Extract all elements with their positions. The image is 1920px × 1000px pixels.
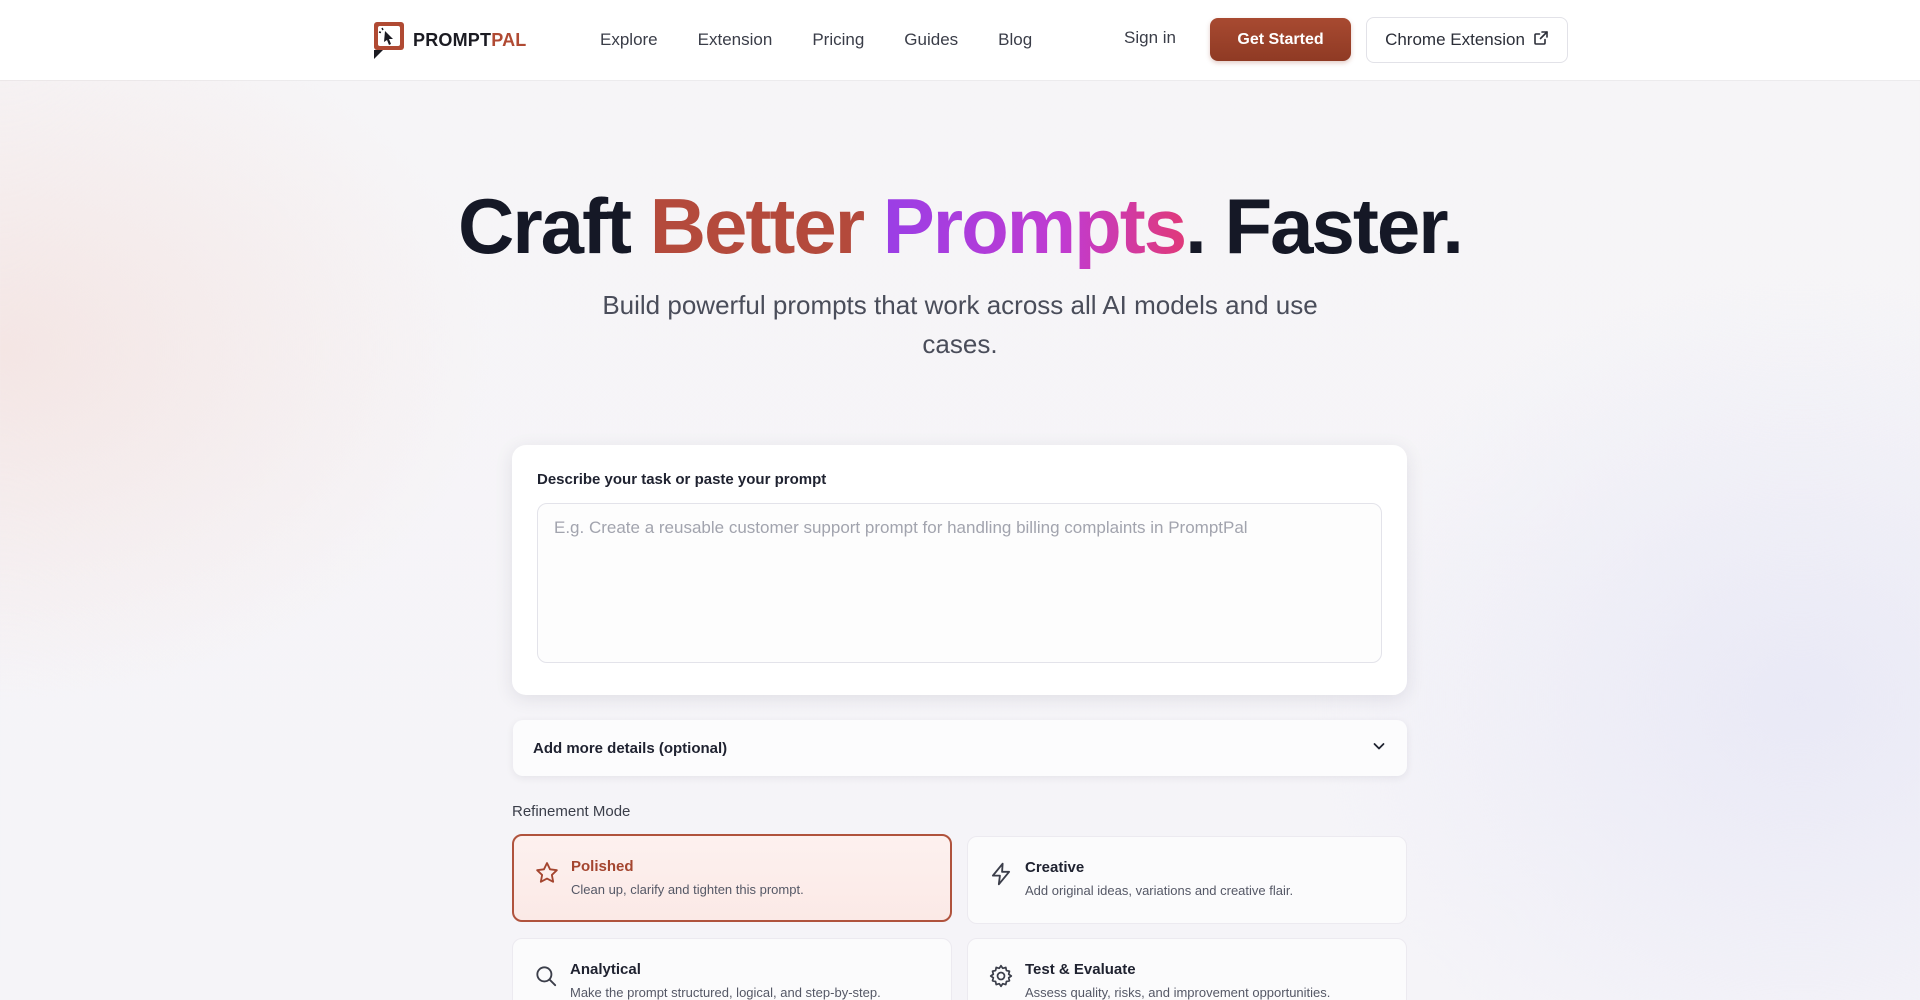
nav-link-blog[interactable]: Blog (998, 30, 1032, 50)
chevron-down-icon (1371, 738, 1387, 759)
logo-icon (371, 19, 407, 61)
gear-icon (988, 963, 1014, 989)
top-nav: PROMPTPAL Explore Extension Pricing Guid… (0, 0, 1920, 80)
mode-creative[interactable]: Creative Add original ideas, variations … (967, 836, 1407, 924)
chrome-extension-button[interactable]: Chrome Extension (1366, 17, 1568, 63)
refinement-mode-title: Refinement Mode (512, 803, 631, 820)
mode-name: Analytical (570, 961, 641, 978)
external-link-icon (1533, 30, 1549, 51)
mode-name: Creative (1025, 859, 1085, 876)
nav-link-pricing[interactable]: Pricing (812, 30, 864, 50)
hero-subtitle: Build powerful prompts that work across … (602, 290, 1318, 359)
mode-test-evaluate[interactable]: Test & Evaluate Assess quality, risks, a… (967, 938, 1407, 1000)
logo[interactable]: PROMPTPAL (371, 18, 526, 62)
nav-links: Explore Extension Pricing Guides Blog (600, 0, 1032, 80)
hero-title-better: Better (649, 182, 865, 270)
mode-name: Polished (571, 858, 634, 875)
hero-title-craft: Craft (458, 182, 650, 270)
hero-title-prompts: Prompts (882, 182, 1187, 270)
nav-link-extension[interactable]: Extension (698, 30, 773, 50)
search-icon (533, 963, 559, 989)
hero-title-faster: . Faster. (1185, 182, 1464, 270)
add-details-label: Add more details (optional) (533, 739, 728, 757)
mode-name: Test & Evaluate (1025, 961, 1136, 978)
mode-desc: Make the prompt structured, logical, and… (570, 985, 881, 1000)
hero-title: Craft Better Prompts. Faster. (0, 178, 1920, 274)
get-started-button[interactable]: Get Started (1210, 18, 1351, 61)
nav-link-guides[interactable]: Guides (904, 30, 958, 50)
logo-text: PROMPTPAL (413, 29, 527, 50)
prompt-card: Describe your task or paste your prompt (512, 445, 1407, 695)
mode-desc: Assess quality, risks, and improvement o… (1025, 985, 1331, 1000)
lightning-icon (988, 861, 1014, 887)
prompt-input[interactable] (537, 503, 1382, 663)
mode-analytical[interactable]: Analytical Make the prompt structured, l… (512, 938, 952, 1000)
star-icon (534, 860, 560, 886)
mode-desc: Clean up, clarify and tighten this promp… (571, 882, 804, 897)
mode-desc: Add original ideas, variations and creat… (1025, 883, 1294, 898)
add-details-toggle[interactable]: Add more details (optional) (513, 720, 1407, 776)
prompt-label: Describe your task or paste your prompt (537, 471, 827, 488)
sign-in-link[interactable]: Sign in (1124, 28, 1176, 48)
mode-polished[interactable]: Polished Clean up, clarify and tighten t… (512, 834, 952, 922)
nav-link-explore[interactable]: Explore (600, 30, 658, 50)
chrome-extension-label: Chrome Extension (1385, 30, 1525, 49)
